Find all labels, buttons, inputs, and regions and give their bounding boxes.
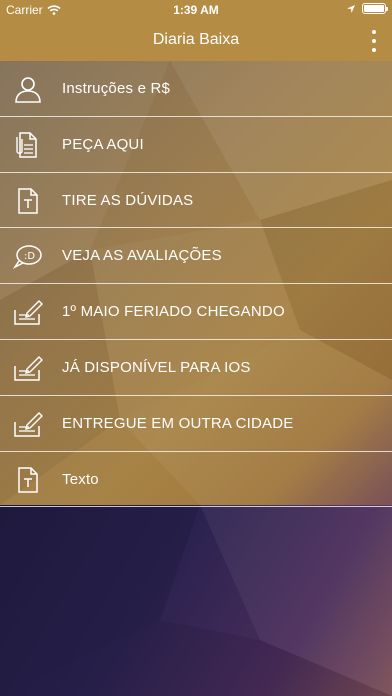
menu-item-label: ENTREGUE EM OUTRA CIDADE	[62, 414, 294, 432]
status-bar: Carrier 1:39 AM	[0, 0, 392, 20]
status-time: 1:39 AM	[173, 3, 219, 17]
user-icon	[12, 73, 44, 105]
menu-item-label: VEJA AS AVALIAÇÕES	[62, 247, 222, 265]
menu-item-peca-aqui[interactable]: PEÇA AQUI	[0, 117, 392, 173]
text-document-icon	[12, 185, 44, 217]
menu-item-feriado[interactable]: 1º MAIO FERIADO CHEGANDO	[0, 284, 392, 340]
write-note-icon	[12, 352, 44, 384]
menu-item-texto[interactable]: Texto	[0, 452, 392, 508]
menu-item-label: Instruções e R$	[62, 80, 171, 97]
text-document-icon	[12, 464, 44, 496]
navigation-bar: Diaria Baixa	[0, 20, 392, 61]
documents-icon	[12, 129, 44, 161]
menu-item-label: 1º MAIO FERIADO CHEGANDO	[62, 303, 285, 321]
menu-item-label: JÁ DISPONÍVEL PARA IOS	[62, 358, 251, 376]
menu-item-veja-as-avaliacoes[interactable]: :D VEJA AS AVALIAÇÕES	[0, 228, 392, 285]
write-note-icon	[12, 296, 44, 328]
menu-item-instrucoes[interactable]: Instruções e R$	[0, 61, 392, 117]
location-arrow-icon	[347, 4, 355, 13]
more-menu-icon[interactable]	[368, 30, 380, 52]
write-note-icon	[12, 408, 44, 440]
menu-item-label: TIRE AS DÚVIDAS	[62, 191, 194, 209]
menu-item-tire-as-duvidas[interactable]: TIRE AS DÚVIDAS	[0, 173, 392, 229]
chat-smile-icon: :D	[12, 240, 44, 272]
menu-item-ios[interactable]: JÁ DISPONÍVEL PARA IOS	[0, 340, 392, 396]
page-title: Diaria Baixa	[152, 31, 240, 48]
svg-text::D: :D	[24, 251, 35, 262]
menu-list: Instruções e R$ PEÇA AQUI TIRE AS DÚVIDA…	[0, 61, 392, 508]
battery-icon	[362, 3, 388, 14]
menu-item-label: Texto	[62, 470, 99, 488]
menu-item-outra-cidade[interactable]: ENTREGUE EM OUTRA CIDADE	[0, 396, 392, 452]
menu-item-label: PEÇA AQUI	[62, 135, 144, 153]
